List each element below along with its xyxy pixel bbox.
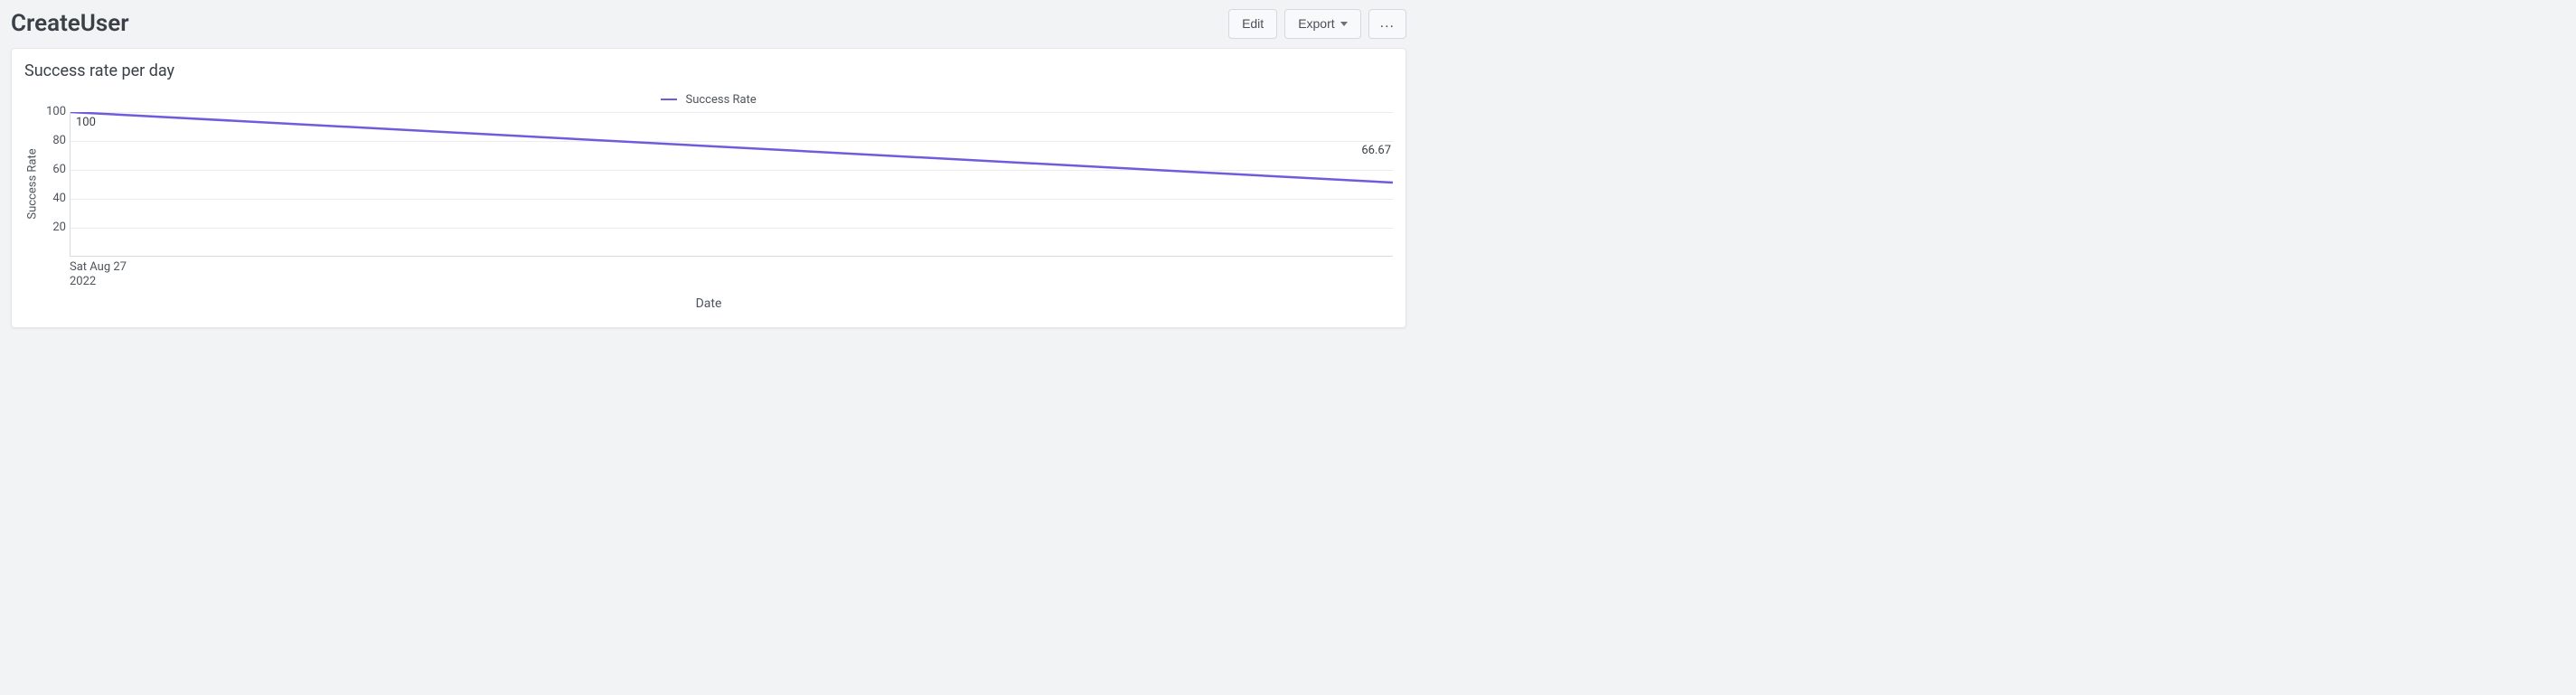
chart-legend: Success Rate xyxy=(24,93,1393,107)
ytick: 40 xyxy=(52,192,66,205)
export-button[interactable]: Export xyxy=(1284,9,1360,39)
page-header: CreateUser Edit Export ... xyxy=(11,9,1406,48)
xtick: Sat Aug 272022 xyxy=(70,260,127,290)
edit-button-label: Edit xyxy=(1242,16,1264,32)
ytick: 20 xyxy=(52,221,66,234)
chart-plot: 100 66.67 xyxy=(70,112,1393,257)
legend-swatch xyxy=(661,99,677,100)
chart-wrap: Success Rate Success Rate 20 40 60 80 100 10… xyxy=(24,93,1393,311)
yaxis-label-wrap: Success Rate xyxy=(24,112,41,257)
yaxis-ticks: 20406080100 xyxy=(41,112,70,257)
more-button[interactable]: ... xyxy=(1368,9,1406,39)
legend-label: Success Rate xyxy=(685,93,756,107)
chart-card: Success rate per day Success Rate Succes… xyxy=(11,48,1406,328)
chart-inner: Success Rate 20 40 60 80 100 100 66.67 xyxy=(24,112,1393,257)
card-title: Success rate per day xyxy=(24,61,1393,80)
more-icon: ... xyxy=(1380,16,1395,31)
xaxis-ticks: Sat Aug 272022 xyxy=(70,260,1393,293)
ytick: 100 xyxy=(46,105,66,118)
yaxis-label: Success Rate xyxy=(26,149,40,220)
export-button-label: Export xyxy=(1298,16,1334,32)
edit-button[interactable]: Edit xyxy=(1228,9,1277,39)
chevron-down-icon xyxy=(1340,22,1348,26)
ytick: 60 xyxy=(52,163,66,176)
page-title: CreateUser xyxy=(11,10,129,37)
value-label-start: 100 xyxy=(76,116,96,129)
header-actions: Edit Export ... xyxy=(1228,9,1406,39)
ytick: 80 xyxy=(52,134,66,147)
value-label-end: 66.67 xyxy=(1361,144,1391,157)
